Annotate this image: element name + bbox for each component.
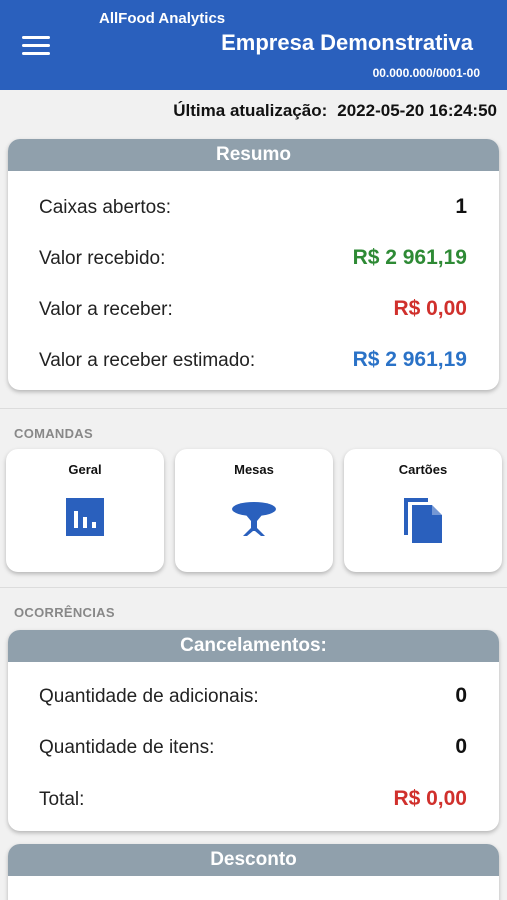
resumo-row-a-receber: Valor a receber: R$ 0,00 bbox=[39, 295, 467, 325]
row-label: Quantidade de adicionais: bbox=[39, 686, 259, 707]
company-name: Empresa Demonstrativa bbox=[221, 30, 473, 55]
ocorrencias-section-label: OCORRÊNCIAS bbox=[14, 605, 115, 620]
last-update-value: 2022-05-20 16:24:50 bbox=[337, 101, 497, 120]
row-value: 0 bbox=[455, 735, 467, 758]
resumo-title: Resumo bbox=[8, 139, 499, 171]
table-icon bbox=[231, 499, 277, 544]
resumo-row-recebido: Valor recebido: R$ 2 961,19 bbox=[39, 244, 467, 274]
resumo-row-estimado: Valor a receber estimado: R$ 2 961,19 bbox=[39, 346, 467, 376]
row-label: Valor a receber: bbox=[39, 299, 173, 320]
tile-geral[interactable]: Geral bbox=[6, 449, 164, 572]
row-label: Total: bbox=[39, 789, 85, 810]
row-label: Caixas abertos: bbox=[39, 197, 172, 218]
row-value: R$ 0,00 bbox=[393, 787, 467, 810]
row-value: R$ 2 961,19 bbox=[352, 348, 467, 371]
divider bbox=[0, 587, 507, 588]
row-value: R$ 0,00 bbox=[393, 297, 467, 320]
bar-chart-icon bbox=[65, 497, 105, 542]
app-bar: AllFood Analytics Empresa Demonstrativa … bbox=[0, 0, 507, 90]
row-value: 1 bbox=[455, 195, 467, 218]
row-value: 0 bbox=[455, 684, 467, 707]
company-cnpj: 00.000.000/0001-00 bbox=[372, 66, 480, 80]
cancel-row-itens: Quantidade de itens: 0 bbox=[39, 733, 467, 763]
cancel-row-adicionais: Quantidade de adicionais: 0 bbox=[39, 682, 467, 712]
row-label: Valor recebido: bbox=[39, 248, 166, 269]
desconto-title: Desconto bbox=[8, 844, 499, 876]
tile-label: Mesas bbox=[234, 462, 274, 477]
cards-icon bbox=[401, 495, 445, 550]
row-value: R$ 2 961,19 bbox=[352, 246, 467, 269]
cancelamentos-title: Cancelamentos: bbox=[8, 630, 499, 662]
hamburger-menu-icon[interactable] bbox=[22, 36, 52, 58]
tile-mesas[interactable]: Mesas bbox=[175, 449, 333, 572]
last-update: Última atualização: 2022-05-20 16:24:50 bbox=[173, 101, 497, 121]
resumo-row-caixas: Caixas abertos: 1 bbox=[39, 193, 467, 223]
row-label: Quantidade de itens: bbox=[39, 737, 215, 758]
desconto-card: Desconto bbox=[8, 844, 499, 900]
divider bbox=[0, 408, 507, 409]
last-update-label: Última atualização: bbox=[173, 101, 328, 120]
comandas-section-label: COMANDAS bbox=[14, 426, 93, 441]
row-label: Valor a receber estimado: bbox=[39, 350, 256, 371]
app-name: AllFood Analytics bbox=[99, 10, 226, 27]
tile-cartoes[interactable]: Cartões bbox=[344, 449, 502, 572]
tile-label: Cartões bbox=[398, 462, 448, 477]
cancelamentos-card: Cancelamentos: Quantidade de adicionais:… bbox=[8, 630, 499, 831]
tile-label: Geral bbox=[68, 462, 102, 477]
cancel-row-total: Total: R$ 0,00 bbox=[39, 785, 467, 815]
resumo-card: Resumo Caixas abertos: 1 Valor recebido:… bbox=[8, 139, 499, 390]
